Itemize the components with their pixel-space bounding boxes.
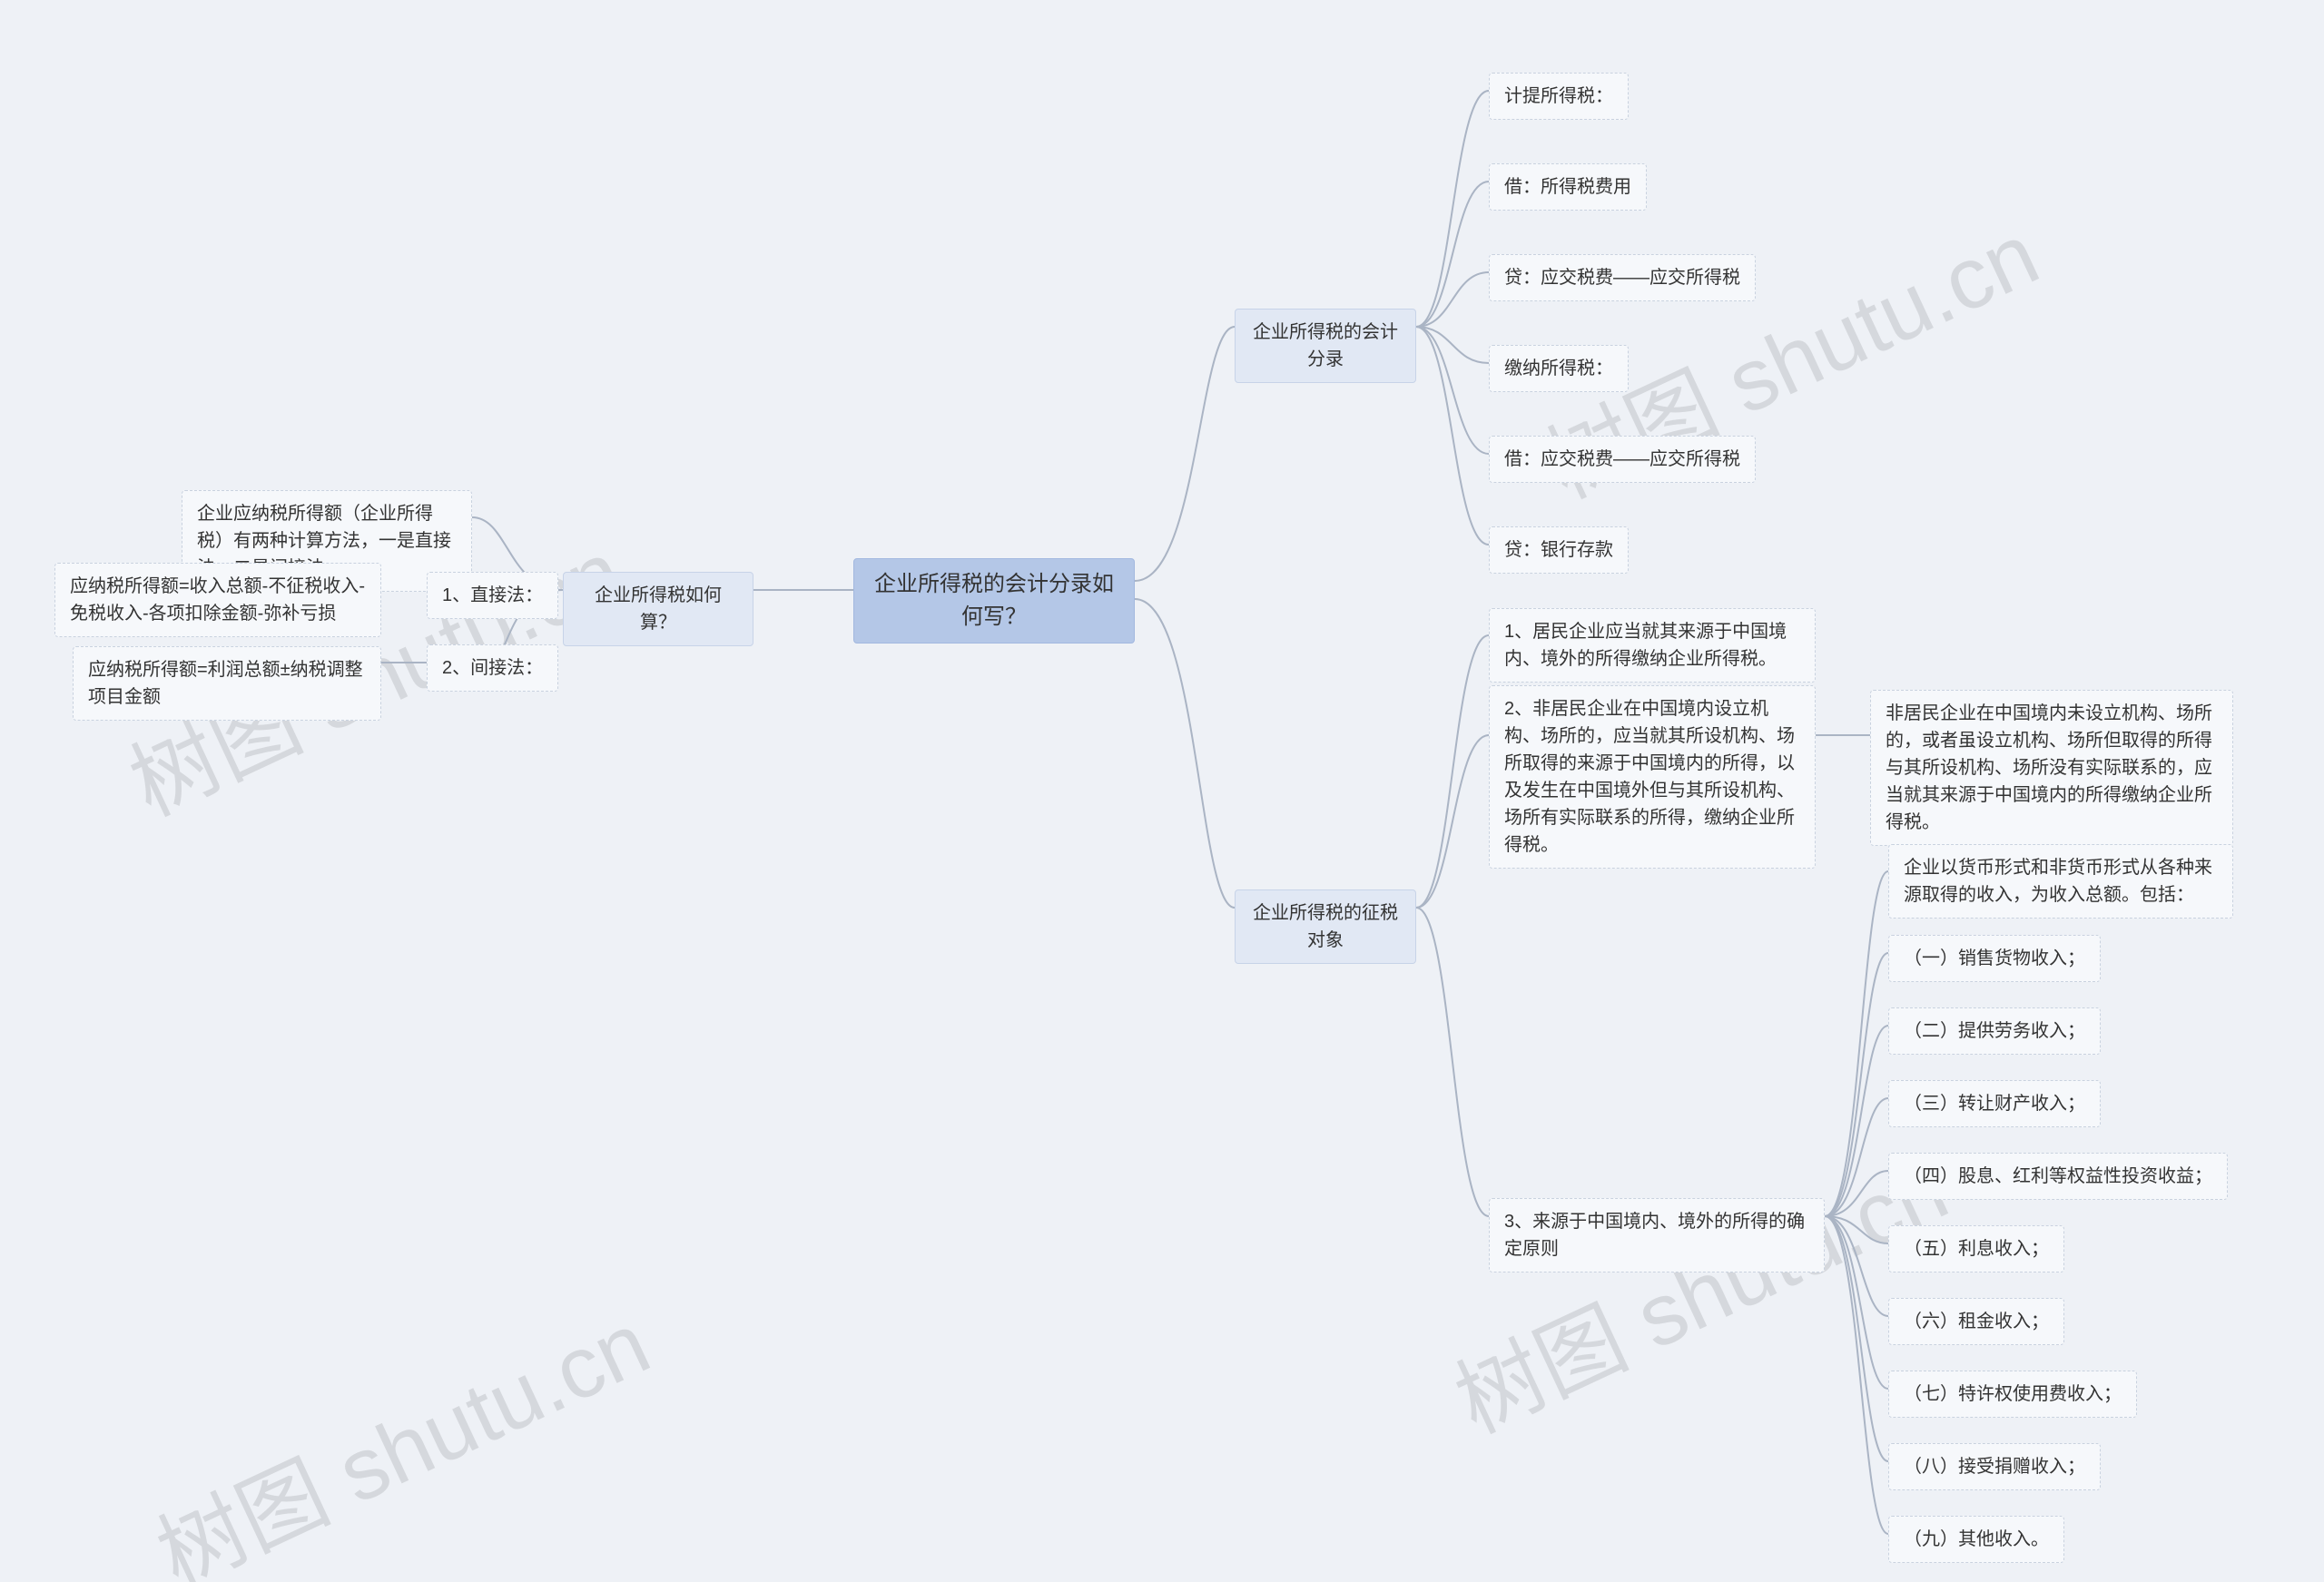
mindmap-canvas: 树图 shutu.cn 树图 shutu.cn 树图 shutu.cn 树图 s… (0, 0, 2324, 1582)
leaf-obj-3-item-4[interactable]: （五）利息收入； (1888, 1225, 2064, 1272)
leaf-obj-3-item-6[interactable]: （七）特许权使用费收入； (1888, 1371, 2137, 1418)
leaf-direct-label[interactable]: 1、直接法： (427, 572, 558, 619)
leaf-obj-3-item-8[interactable]: （九）其他收入。 (1888, 1516, 2064, 1563)
leaf-obj-2[interactable]: 2、非居民企业在中国境内设立机构、场所的，应当就其所设机构、场所取得的来源于中国… (1489, 685, 1816, 869)
leaf-obj-3-item-5[interactable]: （六）租金收入； (1888, 1298, 2064, 1345)
leaf-indirect-detail[interactable]: 应纳税所得额=利润总额±纳税调整项目金额 (73, 646, 381, 721)
leaf-entry-5[interactable]: 贷：银行存款 (1489, 526, 1629, 574)
leaf-entry-2[interactable]: 贷：应交税费——应交所得税 (1489, 254, 1756, 301)
branch-entries[interactable]: 企业所得税的会计分录 (1235, 309, 1416, 383)
leaf-entry-1[interactable]: 借：所得税费用 (1489, 163, 1647, 211)
leaf-obj-3-intro[interactable]: 企业以货币形式和非货币形式从各种来源取得的收入，为收入总额。包括： (1888, 844, 2233, 919)
watermark: 树图 shutu.cn (1433, 1120, 1965, 1458)
leaf-direct-detail[interactable]: 应纳税所得额=收入总额-不征税收入-免税收入-各项扣除金额-弥补亏损 (54, 563, 381, 637)
root-node[interactable]: 企业所得税的会计分录如 何写？ (853, 558, 1135, 644)
branch-how-to-calc[interactable]: 企业所得税如何算？ (563, 572, 753, 646)
leaf-obj-3-item-0[interactable]: （一）销售货物收入； (1888, 935, 2101, 982)
leaf-obj-2-detail[interactable]: 非居民企业在中国境内未设立机构、场所的，或者虽设立机构、场所但取得的所得与其所设… (1870, 690, 2233, 846)
leaf-obj-3[interactable]: 3、来源于中国境内、境外的所得的确定原则 (1489, 1198, 1825, 1272)
leaf-entry-0[interactable]: 计提所得税： (1489, 73, 1629, 120)
leaf-obj-3-item-2[interactable]: （三）转让财产收入； (1888, 1080, 2101, 1127)
leaf-obj-3-item-1[interactable]: （二）提供劳务收入； (1888, 1007, 2101, 1055)
watermark: 树图 shutu.cn (134, 1274, 666, 1582)
leaf-entry-3[interactable]: 缴纳所得税： (1489, 345, 1629, 392)
branch-tax-object[interactable]: 企业所得税的征税对象 (1235, 889, 1416, 964)
leaf-entry-4[interactable]: 借：应交税费——应交所得税 (1489, 436, 1756, 483)
leaf-obj-3-item-3[interactable]: （四）股息、红利等权益性投资收益； (1888, 1153, 2228, 1200)
leaf-obj-3-item-7[interactable]: （八）接受捐赠收入； (1888, 1443, 2101, 1490)
leaf-obj-1[interactable]: 1、居民企业应当就其来源于中国境内、境外的所得缴纳企业所得税。 (1489, 608, 1816, 683)
leaf-indirect-label[interactable]: 2、间接法： (427, 644, 558, 692)
